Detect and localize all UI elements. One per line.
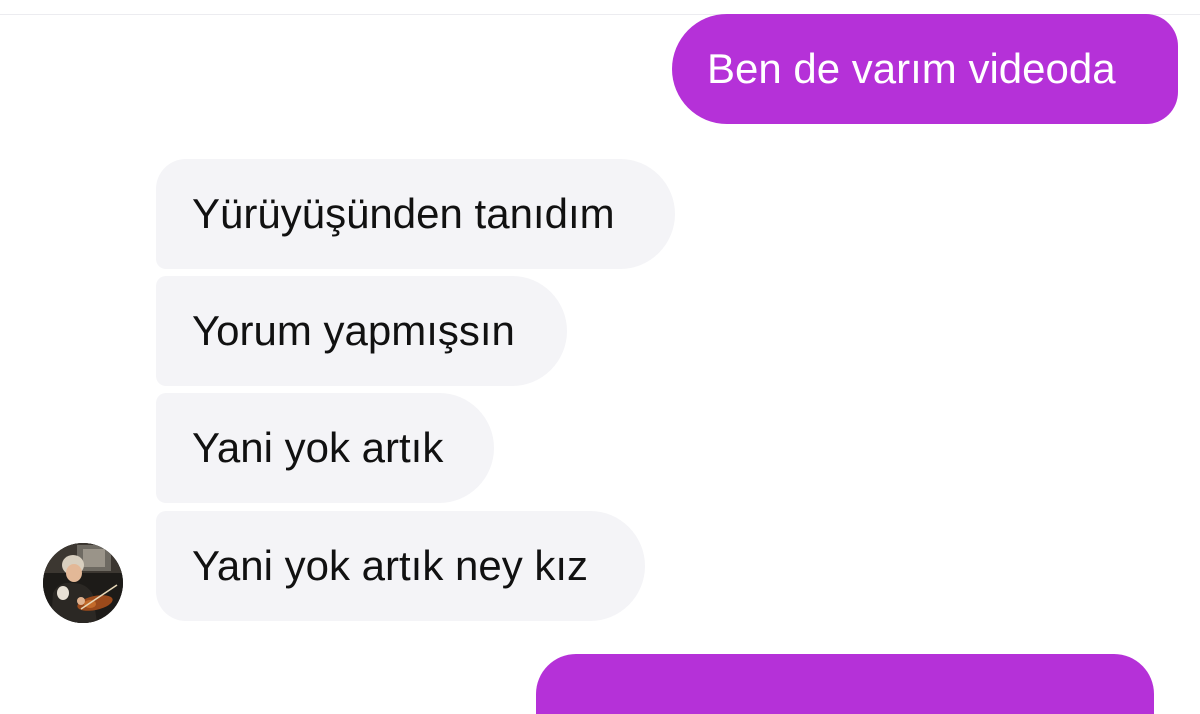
incoming-message-bubble[interactable]: Yürüyüşünden tanıdım <box>156 159 675 269</box>
message-text: Yani yok artık ney kız <box>192 542 589 589</box>
outgoing-message-bubble[interactable]: Ben de varım videoda <box>672 14 1178 124</box>
incoming-message-bubble[interactable]: Yorum yapmışsın <box>156 276 567 386</box>
sender-avatar[interactable] <box>43 543 123 623</box>
message-text: Yürüyüşünden tanıdım <box>192 190 615 237</box>
incoming-message-bubble[interactable]: Yani yok artık ney kız <box>156 511 645 621</box>
violinist-avatar-icon <box>43 543 123 623</box>
incoming-message-bubble[interactable]: Yani yok artık <box>156 393 494 503</box>
message-text: Yorum yapmışsın <box>192 307 515 354</box>
message-text: Ben de varım videoda <box>707 45 1116 92</box>
outgoing-message-bubble-partial[interactable] <box>536 654 1154 714</box>
message-text: Yani yok artık <box>192 424 444 471</box>
